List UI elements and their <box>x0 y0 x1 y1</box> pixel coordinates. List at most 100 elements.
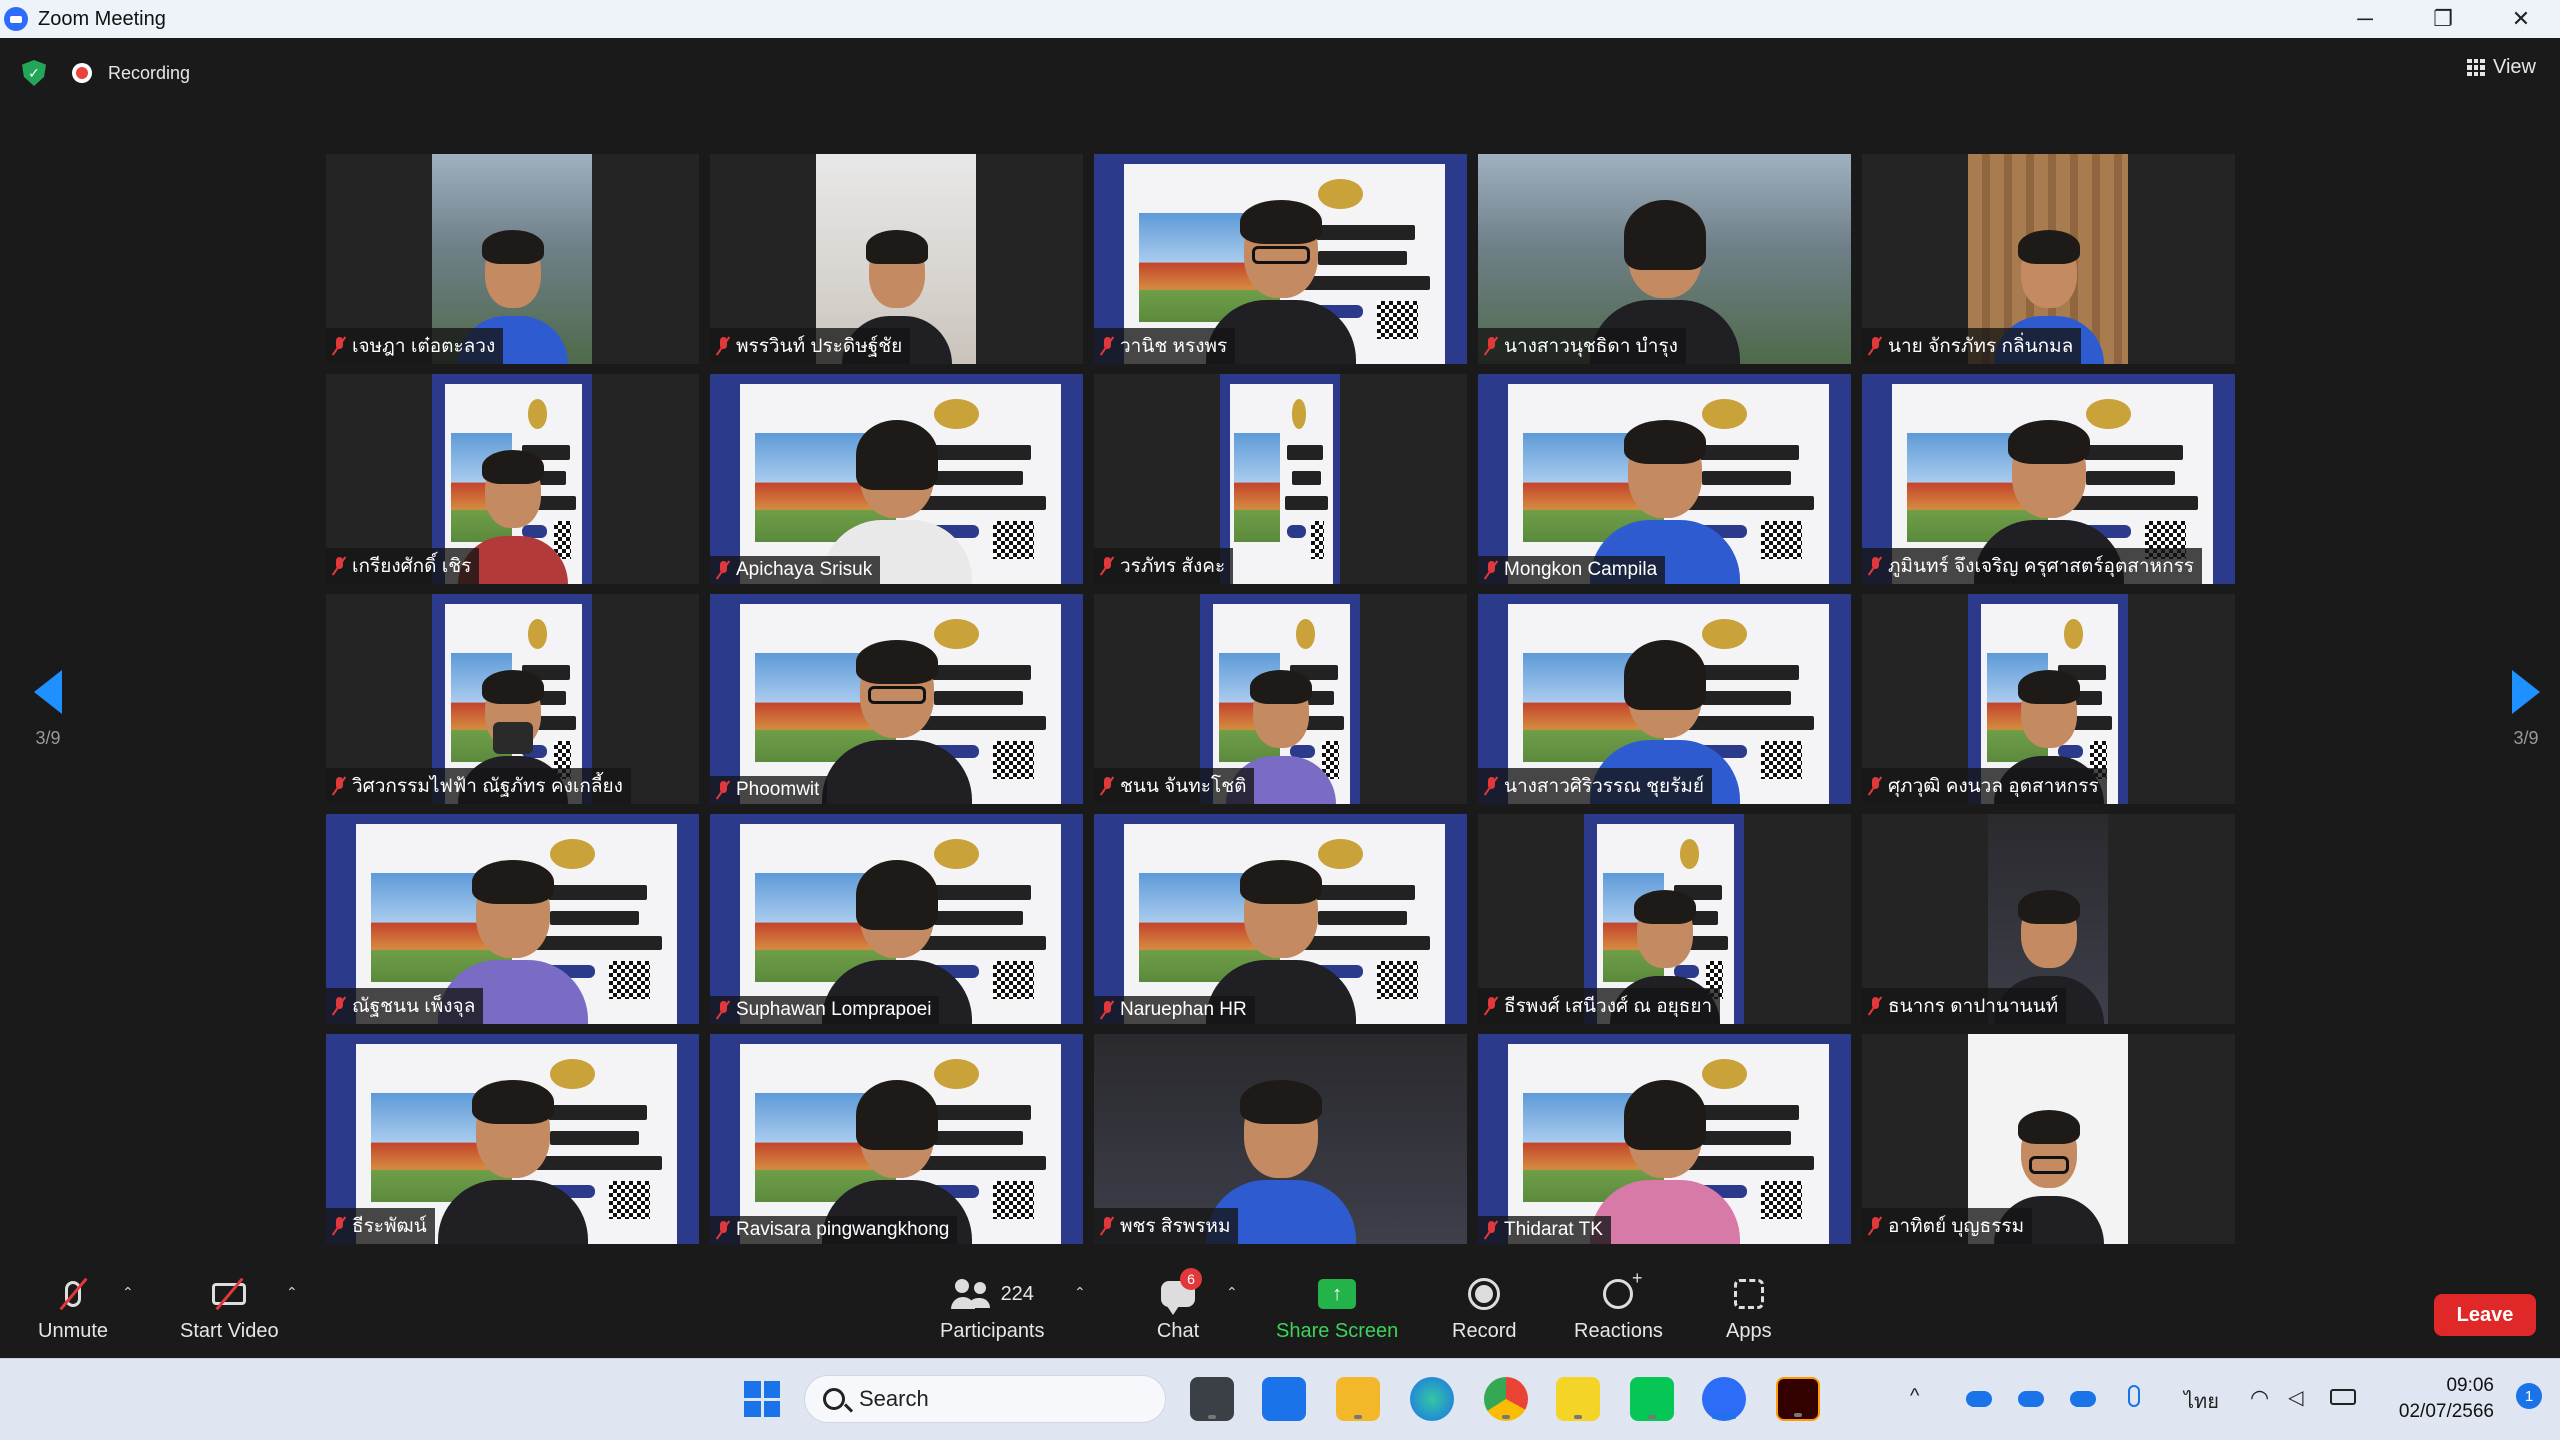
chat-button[interactable]: 6 Chat <box>1156 1268 1202 1343</box>
view-button[interactable]: View <box>2467 56 2536 79</box>
clock-date: 02/07/2566 <box>2398 1401 2494 1422</box>
edge-browser-icon[interactable] <box>1410 1377 1454 1421</box>
previous-page-arrow-icon[interactable] <box>34 670 62 714</box>
participant-tile[interactable]: ธีรพงศ์ เสนีวงศ์ ณ อยุธยา <box>1478 814 1851 1024</box>
notification-badge[interactable]: 1 <box>2516 1383 2542 1409</box>
chrome-browser-icon[interactable] <box>1484 1377 1528 1421</box>
microphone-tray-icon[interactable] <box>2128 1385 2140 1407</box>
participant-tile[interactable]: วานิช หรงพร <box>1094 154 1467 364</box>
page-indicator-right: 3/9 <box>2513 728 2539 748</box>
mic-muted-icon <box>716 336 730 356</box>
page-indicator-left: 3/9 <box>35 728 61 748</box>
mic-muted-icon <box>1100 1000 1114 1020</box>
gallery-view: เจษฎา เต๋อตะลวง พรรวินท์ ประดิษฐ์ชัย วานิช… <box>326 154 2236 1244</box>
participant-name-tag: Ravisara pingwangkhong <box>710 1216 958 1244</box>
participant-tile[interactable]: Thidarat TK <box>1478 1034 1851 1244</box>
participant-name-tag: Mongkon Campila <box>1478 556 1666 584</box>
mic-muted-icon <box>1484 776 1498 796</box>
start-video-label: Start Video <box>180 1320 279 1342</box>
task-view-icon[interactable] <box>1190 1377 1234 1421</box>
line-app-icon[interactable] <box>1630 1377 1674 1421</box>
participant-name-tag: นางสาวศิริวรรณ ชุยรัมย์ <box>1478 768 1713 804</box>
unmute-button[interactable]: Unmute <box>38 1276 108 1343</box>
participant-tile[interactable]: Phoomwit <box>710 594 1083 804</box>
participant-tile[interactable]: พรรวินท์ ประดิษฐ์ชัย <box>710 154 1083 364</box>
lexis-app-icon[interactable] <box>1262 1377 1306 1421</box>
participant-tile[interactable]: ภูมินทร์ จึงเจริญ ครุศาสตร์อุตสาหกรร <box>1862 374 2235 584</box>
previous-page-nav[interactable]: 3/9 <box>18 670 78 749</box>
participant-name: ธนากร ดาปานานนท์ <box>1888 996 2059 1017</box>
file-explorer-icon[interactable] <box>1336 1377 1380 1421</box>
participant-tile[interactable]: พชร สิรพรหม <box>1094 1034 1467 1244</box>
wifi-icon[interactable]: ◠ <box>2250 1385 2269 1411</box>
participant-tile[interactable]: ชนน จันทะโชติ <box>1094 594 1467 804</box>
tray-overflow-chevron-icon[interactable]: ^ <box>1910 1385 1919 1408</box>
participant-name-tag: พรรวินท์ ประดิษฐ์ชัย <box>710 328 911 364</box>
video-options-caret-icon[interactable]: ⌃ <box>286 1284 298 1301</box>
participant-tile[interactable]: นางสาวนุชธิดา บำรุง <box>1478 154 1851 364</box>
volume-icon[interactable]: ◁ <box>2288 1385 2303 1410</box>
participant-tile[interactable]: Suphawan Lomprapoei <box>710 814 1083 1024</box>
participant-tile[interactable]: ณัฐชนน เพ็งจุล <box>326 814 699 1024</box>
camera-off-icon <box>207 1276 251 1312</box>
illustrator-app-icon[interactable] <box>1776 1377 1820 1421</box>
apps-button[interactable]: Apps <box>1726 1276 1772 1343</box>
participant-video-feed <box>437 1074 588 1244</box>
participants-options-caret-icon[interactable]: ⌃ <box>1074 1284 1086 1301</box>
participant-name: นางสาวนุชธิดา บำรุง <box>1504 336 1678 357</box>
participant-name: วิศวกรรมไฟฟ้า ณัฐภัทร คงเกลี้ยง <box>352 776 623 797</box>
audio-options-caret-icon[interactable]: ⌃ <box>122 1284 134 1301</box>
participant-tile[interactable]: Naruephan HR <box>1094 814 1467 1024</box>
participant-tile[interactable]: นาย จักรภัทร กลิ่นกมล <box>1862 154 2235 364</box>
start-video-button[interactable]: Start Video <box>180 1276 279 1343</box>
start-button[interactable] <box>740 1377 784 1421</box>
restore-button[interactable]: ❐ <box>2404 0 2482 38</box>
participant-tile[interactable]: ธีระพัฒน์ <box>326 1034 699 1244</box>
onedrive-cloud-icon[interactable] <box>1966 1391 1992 1407</box>
onedrive-cloud-icon[interactable] <box>2018 1391 2044 1407</box>
participant-tile[interactable]: วิศวกรรมไฟฟ้า ณัฐภัทร คงเกลี้ยง <box>326 594 699 804</box>
participant-name-tag: อาทิตย์ บุญธรรม <box>1862 1208 2033 1244</box>
participant-tile[interactable]: ศุภวุฒิ คงนวล อุตสาหกรร <box>1862 594 2235 804</box>
participant-tile[interactable]: Mongkon Campila <box>1478 374 1851 584</box>
participants-button[interactable]: 224 Participants <box>940 1276 1045 1343</box>
system-clock[interactable]: 09:06 02/07/2566 <box>2399 1373 2494 1425</box>
minimize-button[interactable]: ─ <box>2326 0 2404 38</box>
leave-button[interactable]: Leave <box>2434 1294 2536 1336</box>
mic-muted-icon <box>51 1276 95 1312</box>
share-screen-icon: ↑ <box>1315 1276 1359 1312</box>
taskbar-search[interactable]: Search <box>804 1375 1166 1423</box>
record-button[interactable]: Record <box>1452 1276 1516 1343</box>
participant-tile[interactable]: Apichaya Srisuk <box>710 374 1083 584</box>
participant-tile[interactable]: เจษฎา เต๋อตะลวง <box>326 154 699 364</box>
chat-options-caret-icon[interactable]: ⌃ <box>1226 1284 1238 1301</box>
onedrive-cloud-icon[interactable] <box>2070 1391 2096 1407</box>
reactions-button[interactable]: Reactions <box>1574 1268 1663 1343</box>
mic-muted-icon <box>1100 336 1114 356</box>
participant-tile[interactable]: ธนากร ดาปานานนท์ <box>1862 814 2235 1024</box>
participant-tile[interactable]: เกรียงศักดิ์ เชิร <box>326 374 699 584</box>
participant-name-tag: นาย จักรภัทร กลิ่นกมล <box>1862 328 2082 364</box>
battery-icon[interactable] <box>2330 1389 2356 1405</box>
record-icon <box>1462 1276 1506 1312</box>
grid-view-icon <box>2467 58 2485 77</box>
participant-tile[interactable]: อาทิตย์ บุญธรรม <box>1862 1034 2235 1244</box>
participant-tile[interactable]: วรภัทร สังคะ <box>1094 374 1467 584</box>
mic-muted-icon <box>332 996 346 1016</box>
participant-tile[interactable]: นางสาวศิริวรรณ ชุยรัมย์ <box>1478 594 1851 804</box>
next-page-arrow-icon[interactable] <box>2512 670 2540 714</box>
zoom-taskbar-icon[interactable] <box>1702 1377 1746 1421</box>
participant-video-feed <box>1589 1074 1740 1244</box>
next-page-nav[interactable]: 3/9 <box>2496 670 2556 749</box>
meeting-toolbar: Unmute ⌃ Start Video ⌃ 224 Participants … <box>0 1262 2560 1358</box>
record-label: Record <box>1452 1320 1517 1342</box>
participant-name-tag: Apichaya Srisuk <box>710 556 881 584</box>
close-button[interactable]: ✕ <box>2482 0 2560 38</box>
recording-label[interactable]: Recording <box>108 63 190 84</box>
share-screen-button[interactable]: ↑ Share Screen <box>1276 1276 1398 1343</box>
participant-tile[interactable]: Ravisara pingwangkhong <box>710 1034 1083 1244</box>
sticky-notes-icon[interactable] <box>1556 1377 1600 1421</box>
mic-muted-icon <box>332 1216 346 1236</box>
security-shield-icon[interactable] <box>22 60 46 86</box>
input-language-indicator[interactable]: ไทย <box>2184 1385 2219 1417</box>
